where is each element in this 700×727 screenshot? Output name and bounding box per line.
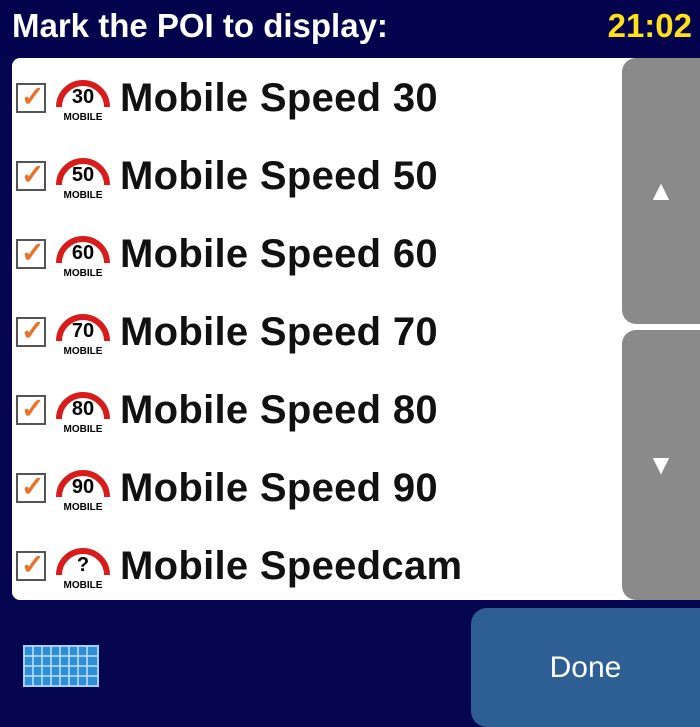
poi-list-item[interactable]: ✓ ? MOBILE Mobile Speedcam xyxy=(12,530,622,600)
sign-caption: MOBILE xyxy=(64,112,103,123)
poi-label: Mobile Speedcam xyxy=(120,543,463,588)
scroll-down-button[interactable]: ▼ xyxy=(622,330,700,600)
poi-checkbox[interactable]: ✓ xyxy=(16,393,46,425)
keyboard-button[interactable] xyxy=(20,636,102,692)
poi-label: Mobile Speed 50 xyxy=(120,153,438,198)
keyboard-icon xyxy=(23,645,99,687)
clock-time: 21:02 xyxy=(607,7,692,44)
checkmark-icon: ✓ xyxy=(21,81,45,112)
sign-caption: MOBILE xyxy=(64,346,103,357)
sign-value: 90 xyxy=(72,476,94,498)
mobile-speed-camera-icon: 60 MOBILE xyxy=(56,236,110,279)
poi-label: Mobile Speed 60 xyxy=(120,231,438,276)
sign-caption: MOBILE xyxy=(64,580,103,591)
poi-list-panel: ✓ 30 MOBILE Mobile Speed 30 ✓ 50 MOBILE … xyxy=(12,58,700,600)
poi-list-item[interactable]: ✓ 30 MOBILE Mobile Speed 30 xyxy=(12,62,622,134)
poi-label: Mobile Speed 70 xyxy=(120,309,438,354)
sign-value: 80 xyxy=(72,398,94,420)
poi-list-item[interactable]: ✓ 90 MOBILE Mobile Speed 90 xyxy=(12,452,622,524)
sign-value: ? xyxy=(77,554,89,576)
sign-caption: MOBILE xyxy=(64,190,103,201)
poi-checkbox[interactable]: ✓ xyxy=(16,81,46,113)
down-arrow-icon: ▼ xyxy=(647,449,675,480)
up-arrow-icon: ▲ xyxy=(647,175,675,206)
done-button[interactable]: Done xyxy=(471,608,700,727)
checkmark-icon: ✓ xyxy=(21,549,45,580)
scroll-up-button[interactable]: ▲ xyxy=(622,58,700,324)
poi-label: Mobile Speed 30 xyxy=(120,75,438,120)
sign-caption: MOBILE xyxy=(64,268,103,279)
checkmark-icon: ✓ xyxy=(21,471,45,502)
checkmark-icon: ✓ xyxy=(21,237,45,268)
poi-list: ✓ 30 MOBILE Mobile Speed 30 ✓ 50 MOBILE … xyxy=(12,58,622,600)
mobile-speed-camera-icon: ? MOBILE xyxy=(56,548,110,591)
page-title: Mark the POI to display: xyxy=(12,7,388,44)
poi-checkbox[interactable]: ✓ xyxy=(16,237,46,269)
poi-label: Mobile Speed 90 xyxy=(120,465,438,510)
checkmark-icon: ✓ xyxy=(21,159,45,190)
mobile-speed-camera-icon: 70 MOBILE xyxy=(56,314,110,357)
mobile-speed-camera-icon: 50 MOBILE xyxy=(56,158,110,201)
header-bar: Mark the POI to display: 21:02 xyxy=(0,0,700,56)
mobile-speed-camera-icon: 30 MOBILE xyxy=(56,80,110,123)
sign-value: 30 xyxy=(72,86,94,108)
sign-caption: MOBILE xyxy=(64,424,103,435)
poi-label: Mobile Speed 80 xyxy=(120,387,438,432)
poi-list-item[interactable]: ✓ 70 MOBILE Mobile Speed 70 xyxy=(12,296,622,368)
sign-value: 50 xyxy=(72,164,94,186)
sign-value: 60 xyxy=(72,242,94,264)
poi-checkbox[interactable]: ✓ xyxy=(16,315,46,347)
poi-checkbox[interactable]: ✓ xyxy=(16,159,46,191)
mobile-speed-camera-icon: 80 MOBILE xyxy=(56,392,110,435)
poi-list-item[interactable]: ✓ 60 MOBILE Mobile Speed 60 xyxy=(12,218,622,290)
poi-list-item[interactable]: ✓ 50 MOBILE Mobile Speed 50 xyxy=(12,140,622,212)
sign-caption: MOBILE xyxy=(64,502,103,513)
sign-value: 70 xyxy=(72,320,94,342)
mobile-speed-camera-icon: 90 MOBILE xyxy=(56,470,110,513)
checkmark-icon: ✓ xyxy=(21,315,45,346)
poi-checkbox[interactable]: ✓ xyxy=(16,471,46,503)
poi-checkbox[interactable]: ✓ xyxy=(16,549,46,581)
poi-list-item[interactable]: ✓ 80 MOBILE Mobile Speed 80 xyxy=(12,374,622,446)
checkmark-icon: ✓ xyxy=(21,393,45,424)
